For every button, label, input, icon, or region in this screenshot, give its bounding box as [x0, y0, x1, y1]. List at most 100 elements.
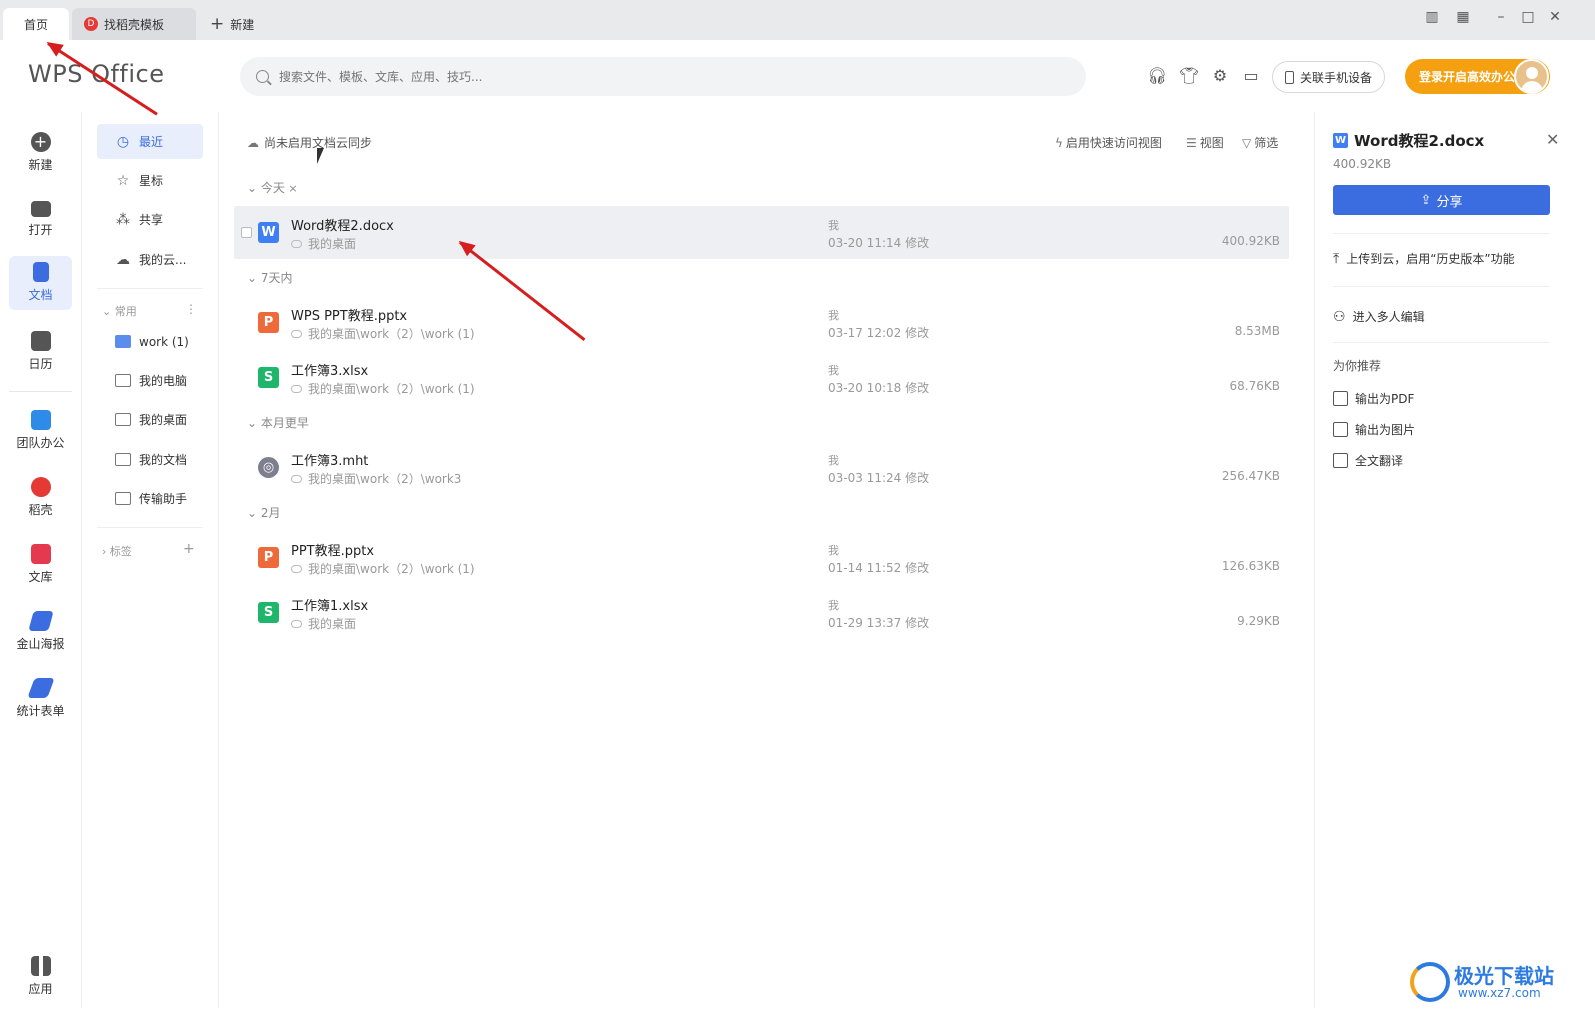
watermark-logo: 极光下载站 www.xz7.com — [1410, 958, 1560, 1004]
chevron-down-icon: ⌄ — [247, 506, 261, 520]
rail-form[interactable]: 统计表单 — [9, 672, 72, 726]
nav-tags-header[interactable]: › 标签 — [102, 543, 132, 559]
nav-shared[interactable]: ⁂ 共享 — [97, 202, 203, 237]
group-header[interactable]: ⌄ 7天内 — [247, 269, 293, 286]
group-header[interactable]: ⌄ 本月更早 — [247, 414, 309, 431]
gear-icon[interactable]: ⚙ — [1210, 66, 1230, 86]
file-path-text: 我的桌面 — [308, 617, 357, 631]
computer-folder-icon — [115, 374, 131, 387]
file-name: WPS PPT教程.pptx — [291, 309, 408, 324]
tab-daoke-templates[interactable]: D 找稻壳模板 — [72, 8, 196, 40]
nav-my-computer[interactable]: 我的电脑 — [97, 363, 203, 398]
file-path: 我的桌面\work（2）\work (1) — [291, 325, 475, 342]
export-image-button[interactable]: 输出为图片 — [1333, 421, 1415, 438]
group-header[interactable]: ⌄ 今天 × — [247, 179, 298, 196]
tab-new[interactable]: + 新建 — [208, 8, 278, 40]
filter-button[interactable]: ▽ 筛选 — [1242, 134, 1278, 151]
maximize-icon[interactable]: □ — [1518, 9, 1538, 25]
file-path-text: 我的桌面\work（2）\work3 — [308, 472, 462, 486]
share-button[interactable]: ⇪ 分享 — [1333, 185, 1550, 215]
nav-folder-work-label: work (1) — [139, 334, 189, 349]
nav-transfer-assistant[interactable]: 传输助手 — [97, 481, 203, 516]
rail-new[interactable]: + 新建 — [9, 126, 72, 180]
file-row[interactable]: W Word教程2.docx 我的桌面 我 03-20 11:14 修改 400.92KB — [234, 206, 1289, 259]
rail-calendar[interactable]: 日历 — [9, 325, 72, 379]
tab-home[interactable]: 首页 — [3, 8, 69, 40]
upload-history-button[interactable]: ⤒ 上传到云，启用“历史版本”功能 — [1333, 250, 1515, 267]
file-row[interactable]: S 工作簿1.xlsx 我的桌面 我 01-29 13:37 修改 9.29KB — [234, 586, 1289, 639]
word-file-icon: W — [1333, 133, 1348, 148]
filter-label: 筛选 — [1254, 136, 1279, 150]
cloud-status-icon — [291, 619, 302, 628]
nav-common-header[interactable]: ⌄ 常用 — [102, 303, 137, 319]
file-row[interactable]: P PPT教程.pptx 我的桌面\work（2）\work (1) 我 01-14 1… — [234, 531, 1289, 584]
watermark-url: www.xz7.com — [1458, 986, 1541, 1000]
search-bar[interactable] — [240, 57, 1086, 96]
documents-folder-icon — [115, 453, 131, 466]
rail-library[interactable]: 文库 — [9, 538, 72, 592]
calendar-icon — [30, 331, 51, 351]
more-vertical-icon[interactable]: ⋮ — [185, 302, 197, 316]
rail-open-label: 打开 — [28, 223, 53, 237]
nav-my-cloud-label: 我的云... — [139, 253, 187, 267]
group-label: 7天内 — [260, 271, 293, 285]
close-icon[interactable]: ✕ — [1545, 9, 1565, 25]
chevron-down-icon: ⌄ — [247, 416, 261, 430]
file-path-text: 我的桌面\work（2）\work (1) — [308, 562, 475, 576]
nav-my-documents[interactable]: 我的文档 — [97, 442, 203, 477]
file-owner: 我 — [828, 544, 839, 557]
export-pdf-button[interactable]: 输出为PDF — [1333, 390, 1414, 407]
nav-folder-work[interactable]: work (1) — [97, 324, 203, 359]
file-modified-time: 03-03 11:24 修改 — [828, 471, 930, 485]
export-image-label: 输出为图片 — [1355, 423, 1416, 437]
minimize-icon[interactable]: – — [1491, 9, 1511, 25]
nav-tags-label: 标签 — [109, 545, 132, 558]
rail-open[interactable]: 打开 — [9, 193, 72, 247]
nav-starred[interactable]: ☆ 星标 — [97, 163, 203, 198]
nav-my-desktop[interactable]: 我的桌面 — [97, 402, 203, 437]
file-modified-time: 03-20 10:18 修改 — [828, 381, 930, 395]
rail-new-label: 新建 — [28, 158, 53, 172]
search-input[interactable] — [279, 69, 979, 84]
shirt-icon[interactable]: 👕︎ — [1179, 66, 1199, 86]
row-checkbox[interactable] — [241, 227, 252, 238]
avatar[interactable] — [1514, 59, 1549, 94]
chat-icon[interactable]: ▭ — [1241, 66, 1261, 86]
file-row[interactable]: P WPS PPT教程.pptx 我的桌面\work（2）\work (1) 我 03-… — [234, 296, 1289, 349]
file-row[interactable]: S 工作簿3.xlsx 我的桌面\work（2）\work (1) 我 03-20 10… — [234, 351, 1289, 404]
nav-my-desktop-label: 我的桌面 — [139, 413, 188, 427]
group-label: 今天 — [260, 181, 285, 195]
desktop-folder-icon — [115, 413, 131, 426]
cloud-sync-status[interactable]: ☁ 尚未启用文档云同步 — [247, 134, 372, 151]
file-type-icon: P — [258, 547, 279, 568]
panel-file-size: 400.92KB — [1333, 157, 1392, 171]
link-phone-button[interactable]: 关联手机设备 — [1272, 61, 1385, 93]
file-modified-time: 03-17 12:02 修改 — [828, 326, 930, 340]
person-plus-icon: ⚇ — [1333, 308, 1346, 325]
file-name: PPT教程.pptx — [291, 544, 375, 559]
rail-team-label: 团队办公 — [16, 436, 65, 450]
nav-shared-label: 共享 — [139, 213, 164, 227]
file-row[interactable]: ◎ 工作簿3.mht 我的桌面\work（2）\work3 我 03-03 11:24 … — [234, 441, 1289, 494]
rail-docs[interactable]: 文档 — [9, 256, 72, 310]
nav-my-cloud[interactable]: ☁ 我的云... — [97, 242, 203, 277]
rail-team[interactable]: 团队办公 — [9, 404, 72, 458]
translate-button[interactable]: 全文翻译 — [1333, 452, 1403, 469]
grid-icon[interactable]: ▦ — [1453, 9, 1473, 25]
add-tag-icon[interactable]: + — [183, 541, 195, 557]
rail-poster[interactable]: 金山海报 — [9, 605, 72, 659]
file-name: 工作簿3.xlsx — [291, 364, 369, 379]
nav-recent[interactable]: ◷ 最近 — [97, 124, 203, 159]
document-icon — [32, 262, 49, 282]
layout-icon[interactable]: ▥ — [1422, 9, 1442, 25]
close-icon[interactable]: ✕ — [1546, 130, 1559, 149]
nav-starred-label: 星标 — [139, 174, 164, 188]
clear-icon[interactable]: × — [285, 182, 297, 195]
group-header[interactable]: ⌄ 2月 — [247, 504, 281, 521]
view-button[interactable]: ☰ 视图 — [1186, 134, 1224, 151]
rail-apps[interactable]: 应用 — [9, 950, 72, 1004]
rail-daoke[interactable]: 稻壳 — [9, 471, 72, 525]
collab-edit-button[interactable]: ⚇ 进入多人编辑 — [1333, 308, 1425, 325]
quick-access-button[interactable]: ϟ 启用快速访问视图 — [1055, 134, 1162, 151]
headset-icon[interactable]: 🎧︎ — [1147, 66, 1167, 86]
